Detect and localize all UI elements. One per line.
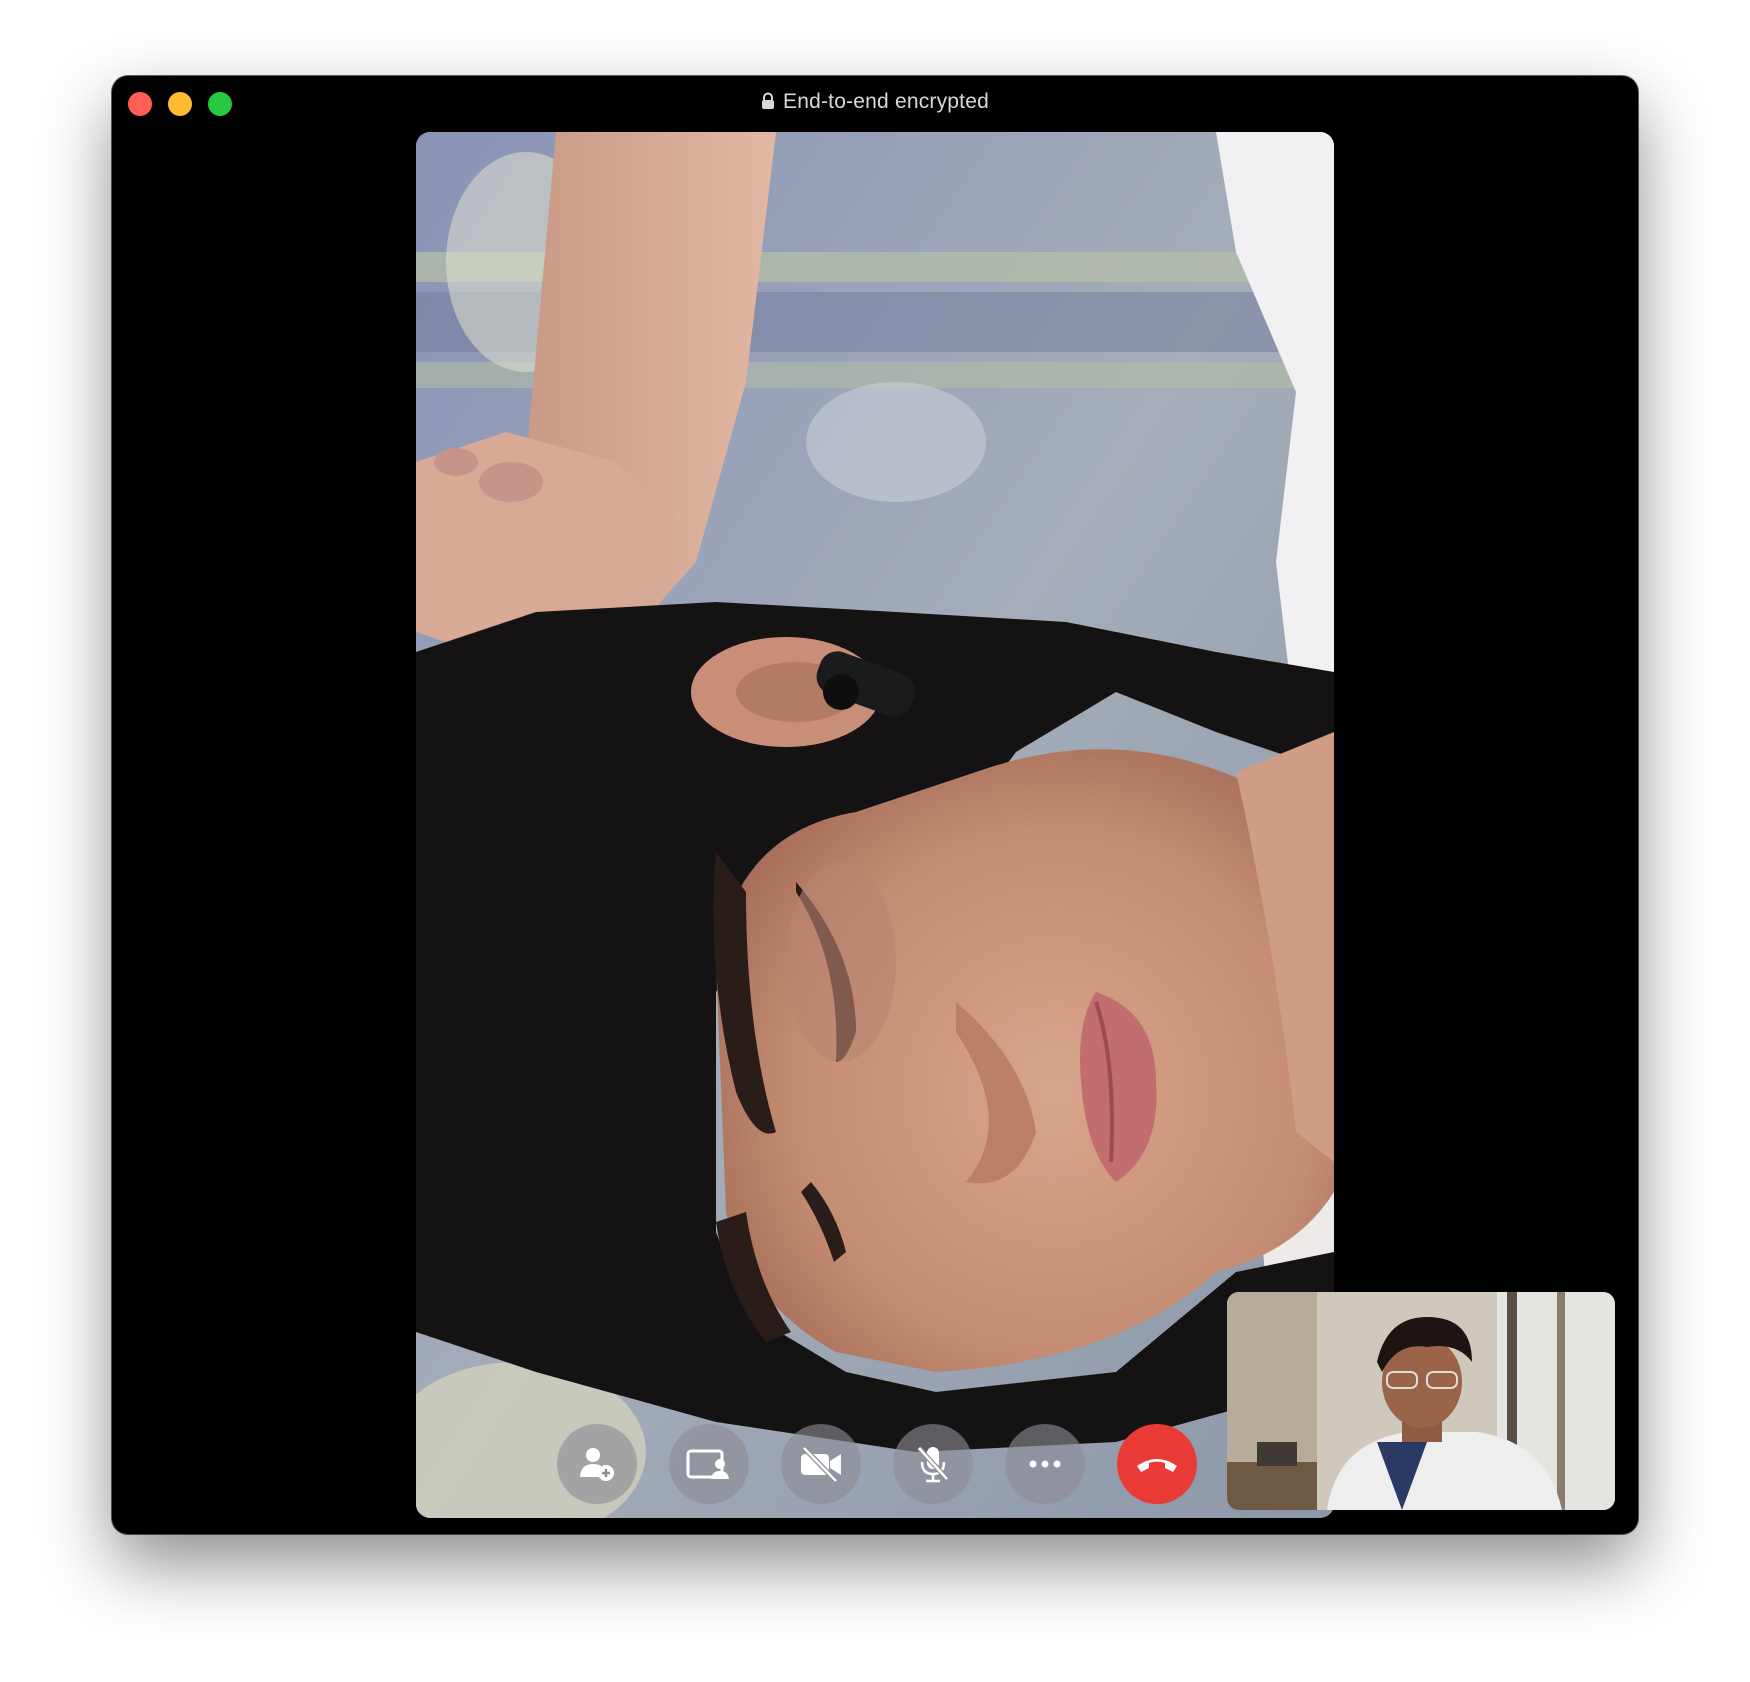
mic-off-icon (913, 1443, 953, 1485)
call-window: End-to-end encrypted (112, 76, 1638, 1534)
camera-off-button[interactable] (781, 1424, 861, 1504)
video-off-icon (798, 1444, 844, 1484)
end-call-button[interactable] (1117, 1424, 1197, 1504)
screen-share-icon (686, 1444, 732, 1484)
remote-video (416, 132, 1334, 1518)
mute-button[interactable] (893, 1424, 973, 1504)
window-title-text: End-to-end encrypted (783, 90, 989, 113)
title-bar: End-to-end encrypted (112, 76, 1638, 132)
lock-icon (761, 92, 775, 116)
more-options-button[interactable] (1005, 1424, 1085, 1504)
ellipsis-icon (1025, 1458, 1065, 1470)
window-title: End-to-end encrypted (112, 90, 1638, 116)
person-add-icon (577, 1444, 617, 1484)
share-screen-button[interactable] (669, 1424, 749, 1504)
add-participant-button[interactable] (557, 1424, 637, 1504)
call-controls (112, 1424, 1638, 1504)
phone-hangup-icon (1135, 1452, 1179, 1476)
